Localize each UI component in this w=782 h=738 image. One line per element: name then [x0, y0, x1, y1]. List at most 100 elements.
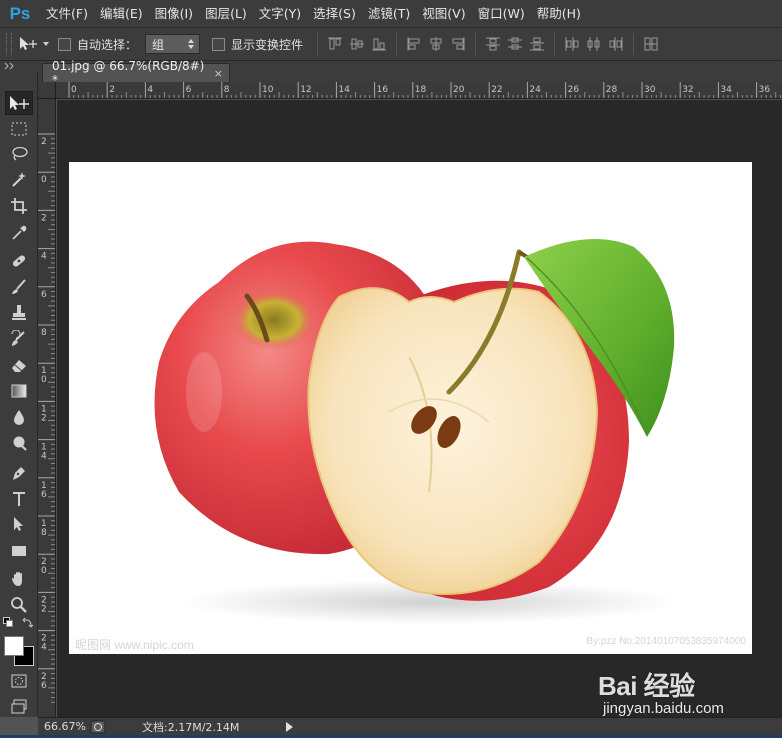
play-arrow-icon[interactable] — [284, 721, 294, 733]
auto-select-label: 自动选择： — [77, 37, 138, 52]
tool-path-selection[interactable] — [5, 512, 33, 536]
vertical-ruler-ticks: 202468101214161820222426 — [38, 133, 55, 703]
menu-window[interactable]: 窗口(W) — [472, 0, 531, 28]
tool-healing-brush[interactable] — [5, 249, 33, 273]
ruler-tick-label: 6 — [41, 490, 47, 500]
document-tab[interactable]: 01.jpg @ 66.7%(RGB/8#) * × — [42, 59, 230, 87]
type-tool-icon — [13, 492, 25, 506]
status-info-icon[interactable] — [90, 720, 106, 734]
tool-rectangle[interactable] — [5, 539, 33, 563]
align-bottom-icon[interactable] — [370, 35, 388, 53]
menu-filter[interactable]: 滤镜(T) — [362, 0, 416, 28]
menu-file[interactable]: 文件(F) — [40, 0, 94, 28]
screen-mode-button[interactable] — [5, 695, 33, 719]
ruler-tick-label: 22 — [491, 85, 502, 95]
tool-move[interactable] — [5, 91, 33, 115]
ruler-tick-label: 12 — [300, 85, 311, 95]
vertical-ruler[interactable]: 202468101214161820222426 — [38, 99, 56, 717]
tool-pen[interactable] — [5, 461, 33, 485]
move-tool-preset-icon — [20, 37, 37, 50]
tool-gradient[interactable] — [5, 379, 33, 403]
align-left-icon[interactable] — [405, 35, 423, 53]
document-size-info: 文档:2.17M/2.14M — [142, 720, 240, 734]
tool-eraser[interactable] — [5, 353, 33, 377]
auto-select-checkbox[interactable] — [58, 37, 71, 51]
ruler-tick-label: 26 — [568, 85, 580, 95]
dodge-tool-icon — [13, 436, 27, 451]
show-transform-checkbox[interactable] — [212, 37, 226, 51]
ruler-tick-label: 10 — [262, 85, 274, 95]
ruler-tick-label: 20 — [453, 85, 465, 95]
tool-zoom[interactable] — [5, 593, 33, 617]
menu-layer[interactable]: 图层(L) — [199, 0, 253, 28]
default-colors-icon[interactable] — [3, 617, 13, 627]
swap-colors-icon[interactable] — [22, 617, 34, 629]
zoom-tool-icon — [11, 597, 27, 613]
blur-tool-icon — [14, 410, 24, 425]
tool-preset-picker[interactable] — [18, 36, 50, 52]
horizontal-ruler-ticks: 0 2 4 6 8 10 12 14 16 18 20 22 24 26 28 30 32 34 36 — [68, 82, 781, 98]
tool-marquee[interactable] — [5, 117, 33, 141]
tool-lasso[interactable] — [5, 142, 33, 166]
image-watermark-right: By:pzz No.20140107053835974000 — [586, 636, 746, 647]
ruler-tick-label: 4 — [41, 452, 47, 462]
ruler-origin[interactable] — [38, 82, 56, 99]
options-bar-grip[interactable] — [6, 33, 12, 55]
close-icon[interactable]: × — [214, 67, 223, 80]
menu-edit[interactable]: 编辑(E) — [94, 0, 149, 28]
distribute-horizontal-center-icon[interactable] — [585, 35, 603, 53]
distribute-right-icon[interactable] — [607, 35, 625, 53]
distribute-top-icon[interactable] — [484, 35, 502, 53]
ruler-tick-label: 6 — [41, 681, 47, 691]
tool-hand[interactable] — [5, 567, 33, 591]
image-watermark-left: 昵图网 www.nipic.com — [75, 638, 194, 652]
tool-magic-wand[interactable] — [5, 167, 33, 191]
history-brush-tool-icon — [11, 330, 25, 346]
menu-type[interactable]: 文字(Y) — [253, 0, 307, 28]
menu-view[interactable]: 视图(V) — [416, 0, 471, 28]
distribute-left-icon[interactable] — [563, 35, 581, 53]
auto-select-mode-select[interactable]: 组 — [145, 34, 201, 54]
tool-crop[interactable] — [5, 194, 33, 218]
lasso-tool-icon — [12, 146, 28, 161]
foreground-color-swatch[interactable] — [4, 636, 24, 656]
tool-eyedropper[interactable] — [5, 221, 33, 245]
menu-select[interactable]: 选择(S) — [307, 0, 362, 28]
baidu-url: jingyan.baidu.com — [603, 700, 724, 717]
eyedropper-tool-icon — [12, 225, 27, 240]
align-right-icon[interactable] — [449, 35, 467, 53]
tool-history-brush[interactable] — [5, 327, 33, 351]
distribute-bottom-icon[interactable] — [528, 35, 546, 53]
ruler-tick-label: 30 — [644, 85, 656, 95]
quick-mask-button[interactable] — [5, 669, 33, 693]
tool-dodge[interactable] — [5, 431, 33, 455]
ruler-tick-label: 2 — [41, 137, 47, 147]
menu-help[interactable]: 帮助(H) — [531, 0, 587, 28]
menu-image[interactable]: 图像(I) — [149, 0, 199, 28]
tool-type[interactable] — [5, 487, 33, 511]
align-vertical-center-icon[interactable] — [348, 35, 366, 53]
baidu-logo: Bai 经验 — [598, 671, 695, 701]
document-image[interactable]: 昵图网 www.nipic.com By:pzz No.201401070538… — [69, 162, 752, 654]
tool-blur[interactable] — [5, 405, 33, 429]
eraser-tool-icon — [12, 360, 26, 372]
horizontal-ruler[interactable]: 0 2 4 6 8 10 12 14 16 18 20 22 24 26 28 30 32 34 36 — [56, 82, 782, 99]
ruler-tick-label: 8 — [41, 528, 47, 538]
ruler-tick-label: 0 — [41, 175, 47, 185]
ruler-tick-label: 32 — [682, 85, 693, 95]
distribute-vertical-center-icon[interactable] — [506, 35, 524, 53]
auto-align-layers-icon[interactable] — [642, 35, 660, 53]
ruler-tick-label: 2 — [41, 604, 47, 614]
rectangle-tool-icon — [12, 546, 26, 556]
zoom-level[interactable]: 66.67% — [38, 720, 86, 733]
document-tab-strip: 01.jpg @ 66.7%(RGB/8#) * × — [38, 59, 782, 87]
align-horizontal-center-icon[interactable] — [427, 35, 445, 53]
tool-brush[interactable] — [5, 275, 33, 299]
align-top-icon[interactable] — [326, 35, 344, 53]
ruler-tick-label: 2 — [109, 85, 115, 95]
ruler-tick-label: 6 — [186, 85, 192, 95]
canvas-area[interactable]: 昵图网 www.nipic.com By:pzz No.201401070538… — [57, 100, 782, 717]
photoshop-logo[interactable]: Ps — [0, 0, 40, 28]
hand-tool-icon — [12, 572, 22, 586]
tool-clone-stamp[interactable] — [5, 301, 33, 325]
